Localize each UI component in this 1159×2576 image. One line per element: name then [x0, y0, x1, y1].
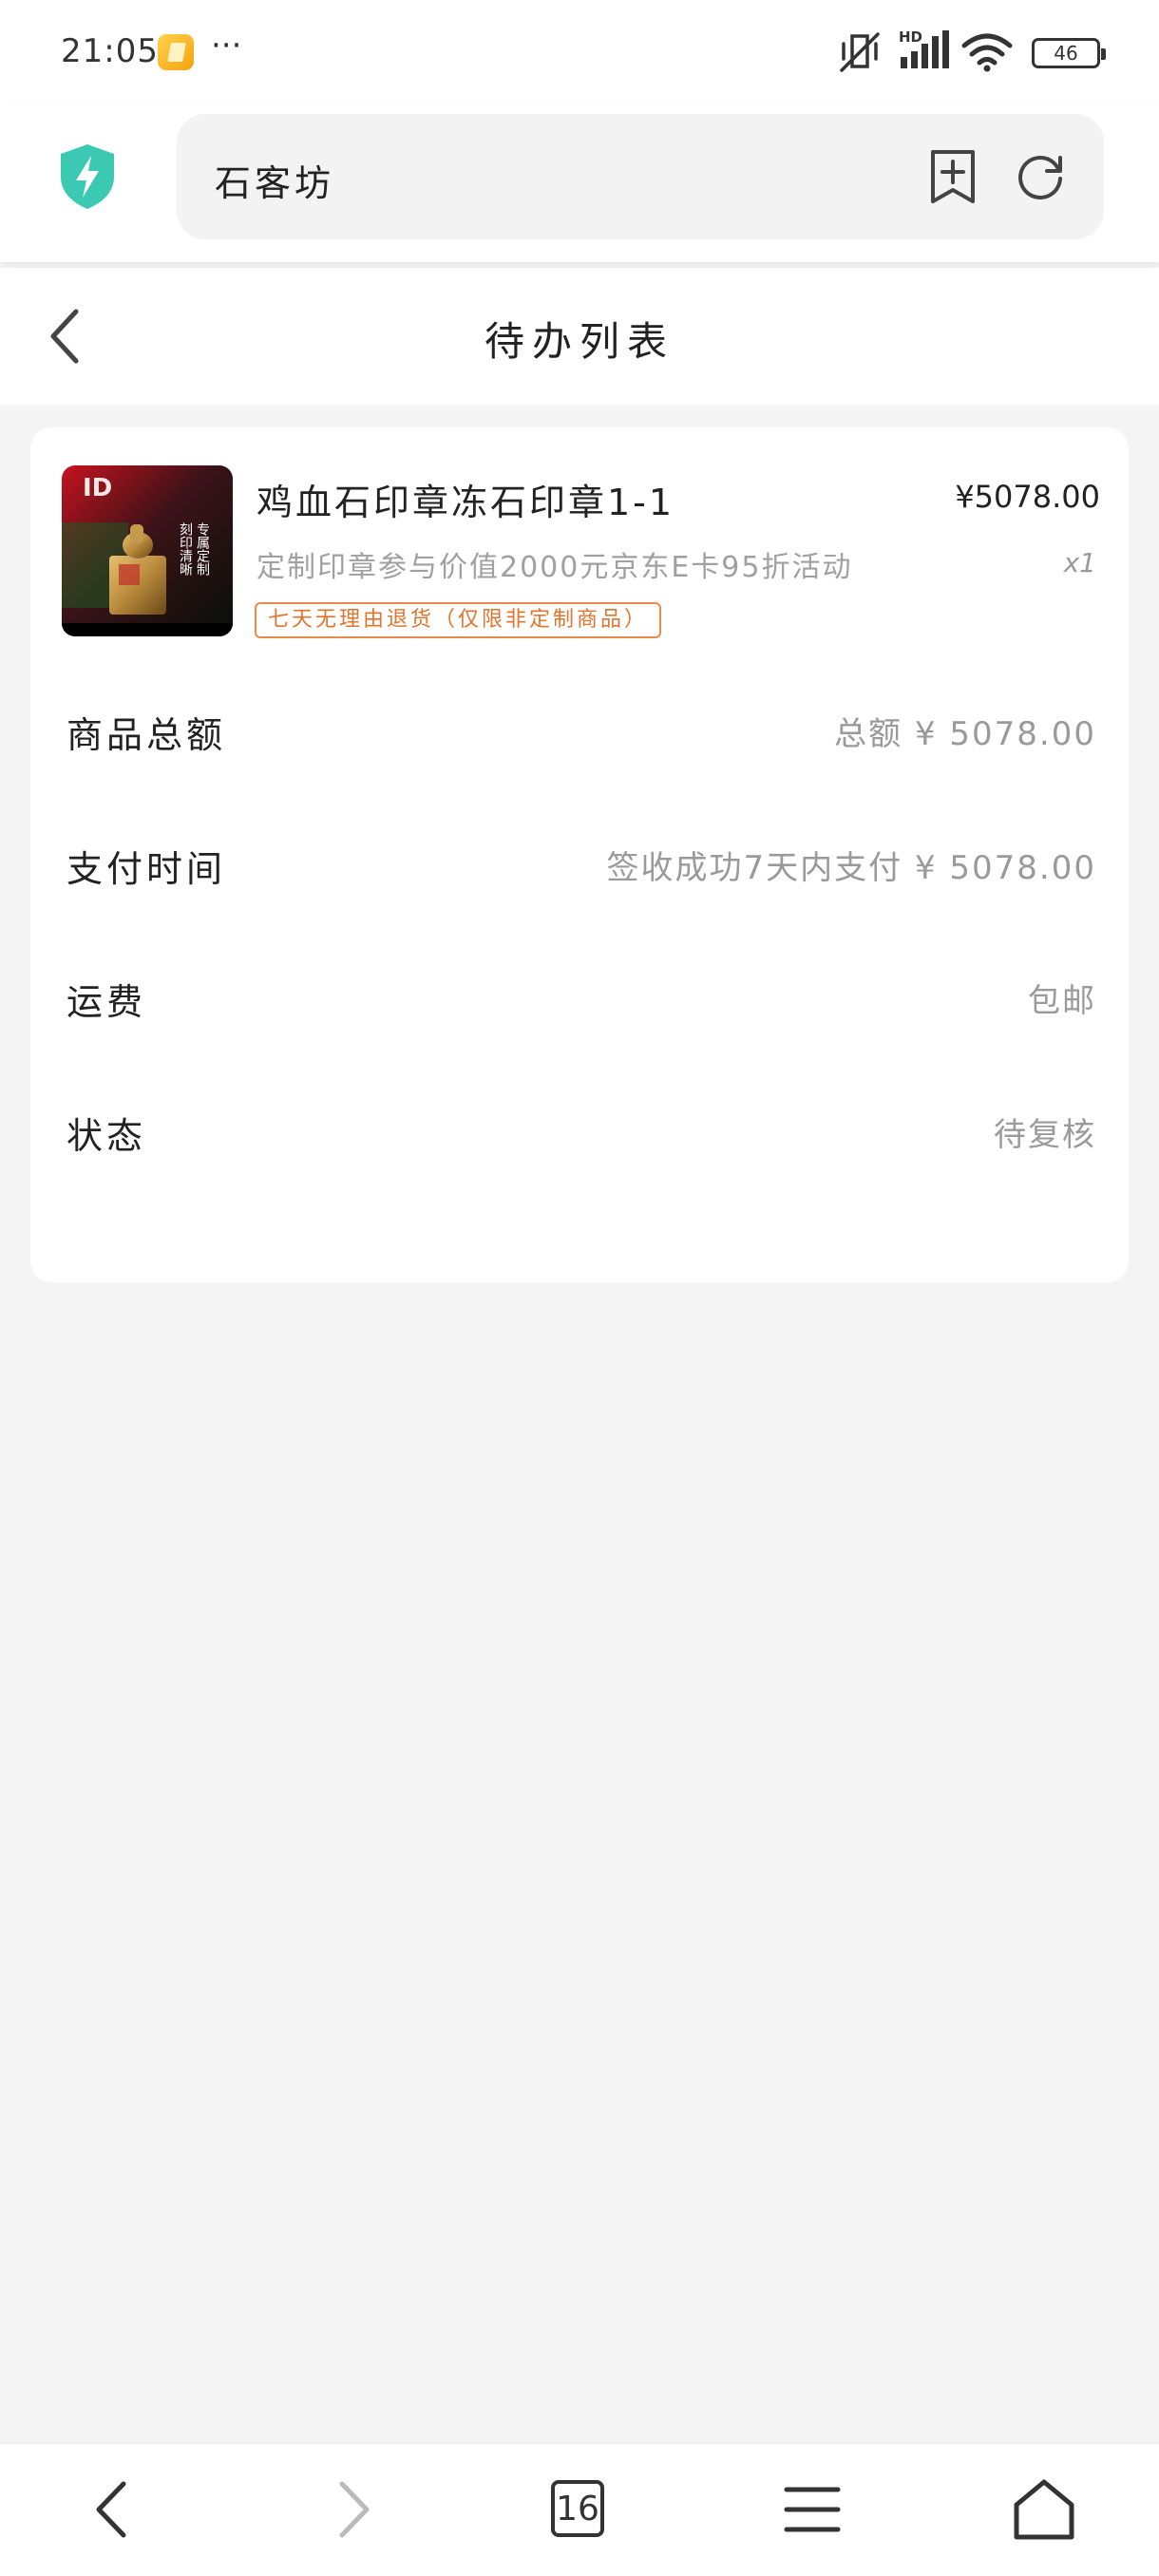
info-label: 支付时间	[66, 848, 227, 890]
info-row-status: 状态 待复核	[66, 1107, 1096, 1164]
info-row-payment-time: 支付时间 签收成功7天内支付 ¥ 5078.00	[66, 840, 1096, 897]
svg-text:刻印清晰: 刻印清晰	[178, 522, 193, 576]
address-bar[interactable]: 石客坊	[177, 114, 1104, 239]
browser-toolbar: 石客坊	[0, 104, 1159, 262]
more-notifications-icon: ···	[211, 27, 242, 65]
info-label: 状态	[66, 1115, 147, 1157]
page-header: 待办列表	[0, 268, 1159, 405]
product-description: 定制印章参与价值2000元京东E卡95折活动	[256, 551, 853, 584]
reload-icon[interactable]	[1013, 148, 1068, 203]
home-icon[interactable]	[1011, 2476, 1077, 2543]
add-bookmark-icon[interactable]	[927, 148, 978, 205]
network-label: HD	[899, 28, 922, 46]
return-policy-tag: 七天无理由退货（仅限非定制商品）	[255, 602, 662, 638]
security-shield-icon[interactable]	[57, 142, 118, 211]
page-title: 待办列表	[484, 318, 674, 365]
svg-text:ID: ID	[83, 474, 112, 502]
order-card: ID 专属定制 刻印清晰 鸡血石印章冻石印章1-1 ¥5078.00 定制印章参…	[30, 427, 1129, 1282]
tab-count: 16	[556, 2490, 599, 2529]
tabs-icon[interactable]: 16	[551, 2480, 604, 2537]
page-url-title[interactable]: 石客坊	[215, 154, 334, 206]
battery-icon: 46	[1032, 38, 1106, 68]
tabs-button[interactable]: 16	[551, 2476, 618, 2543]
info-value: 待复核	[994, 1116, 1096, 1154]
info-value: 包邮	[1028, 982, 1096, 1020]
info-value: 总额 ¥ 5078.00	[834, 715, 1096, 753]
product-name[interactable]: 鸡血石印章冻石印章1-1	[256, 473, 674, 525]
info-row-shipping: 运费 包邮	[66, 973, 1096, 1030]
product-image[interactable]: ID 专属定制 刻印清晰	[62, 465, 233, 636]
info-label: 运费	[66, 981, 147, 1023]
wifi-icon	[961, 33, 1013, 72]
nav-forward-icon[interactable]	[317, 2476, 384, 2543]
battery-level: 46	[1054, 42, 1078, 65]
info-row-total: 商品总额 总额 ¥ 5078.00	[66, 706, 1096, 763]
info-label: 商品总额	[66, 714, 227, 756]
browser-bottom-nav: 16	[0, 2443, 1159, 2576]
svg-text:专属定制: 专属定制	[195, 522, 210, 576]
product-price: ¥5078.00	[955, 479, 1100, 515]
menu-icon[interactable]	[779, 2476, 846, 2543]
signal-icon: HD	[899, 28, 949, 68]
mute-vibrate-icon	[840, 32, 880, 72]
nav-back-icon[interactable]	[82, 2476, 148, 2543]
notes-app-icon	[158, 34, 194, 70]
status-time: 21:05	[61, 32, 159, 70]
status-bar: 21:05 ··· HD 46	[0, 0, 1159, 104]
info-value: 签收成功7天内支付 ¥ 5078.00	[606, 849, 1096, 887]
product-quantity: x1	[1063, 547, 1096, 578]
